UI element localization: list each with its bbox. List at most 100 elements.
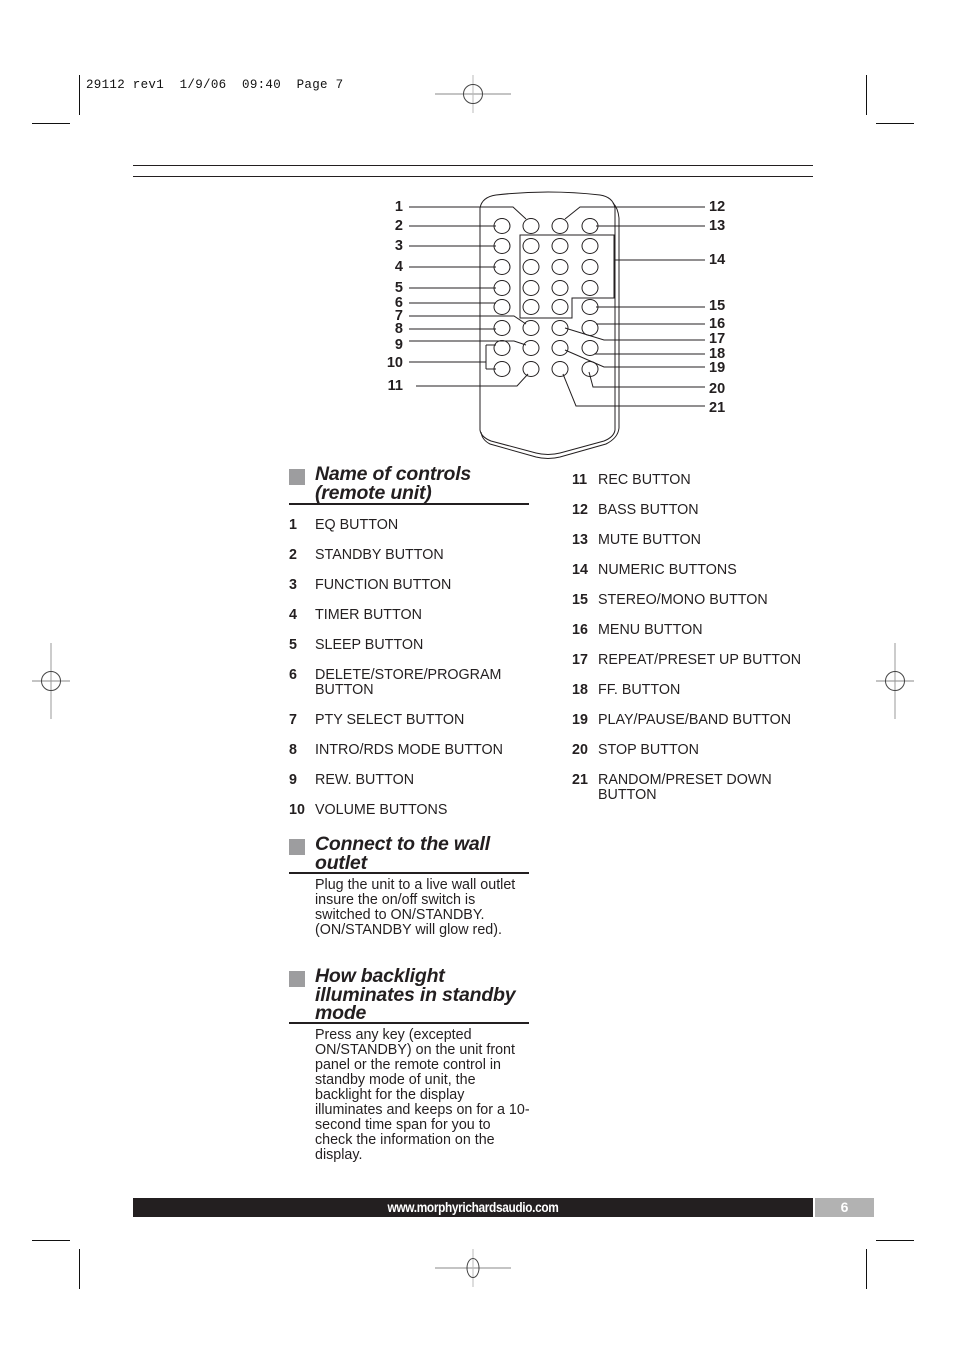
callout-number: 3 — [394, 238, 403, 254]
control-label: VOLUME BUTTONS — [315, 802, 448, 818]
remote-button — [581, 238, 599, 254]
control-number: 5 — [289, 637, 297, 653]
control-label: RANDOM/PRESET DOWN BUTTON — [598, 772, 772, 803]
remote-button — [522, 299, 540, 315]
leader-1 — [409, 206, 527, 220]
control-number: 6 — [289, 667, 297, 683]
footer-bar: www.morphyrichardsaudio.com — [133, 1198, 813, 1217]
remote-button — [581, 280, 599, 296]
control-label: EQ BUTTON — [315, 517, 399, 533]
remote-button — [551, 238, 569, 254]
callout-number: 12 — [709, 199, 726, 215]
control-number: 15 — [572, 592, 588, 608]
section-marker — [289, 839, 305, 855]
remote-button — [551, 340, 569, 356]
control-number: 12 — [572, 502, 588, 518]
leader-10 — [409, 344, 496, 370]
remote-button — [551, 280, 569, 296]
section-underline — [289, 503, 529, 505]
page-number: 6 — [840, 1199, 849, 1215]
control-label: DELETE/STORE/PROGRAM BUTTON — [315, 667, 502, 698]
control-label: BASS BUTTON — [598, 502, 699, 518]
section-underline — [289, 872, 529, 874]
control-label: REC BUTTON — [598, 472, 691, 488]
control-label: MUTE BUTTON — [598, 532, 701, 548]
section-heading-wall-outlet: Connect to the wall outlet — [289, 834, 529, 875]
section-marker — [289, 469, 305, 485]
remote-button — [522, 361, 540, 377]
callout-number: 9 — [394, 337, 403, 353]
remote-button — [581, 259, 599, 275]
control-label: STOP BUTTON — [598, 742, 699, 758]
section-marker — [289, 971, 305, 987]
remote-button — [522, 340, 540, 356]
control-label: PTY SELECT BUTTON — [315, 712, 465, 728]
remote-button — [551, 218, 569, 234]
remote-button — [522, 238, 540, 254]
remote-button — [551, 299, 569, 315]
control-number: 11 — [572, 472, 588, 488]
remote-button — [493, 218, 511, 234]
control-number: 10 — [289, 802, 305, 818]
callout-number: 10 — [386, 355, 403, 371]
control-label: PLAY/PAUSE/BAND BUTTON — [598, 712, 792, 728]
remote-button — [522, 259, 540, 275]
remote-button — [551, 259, 569, 275]
callout-number: 13 — [709, 218, 726, 234]
control-number: 2 — [289, 547, 297, 563]
callout-number: 15 — [709, 298, 726, 314]
callout-number: 20 — [709, 381, 726, 397]
control-label: STEREO/MONO BUTTON — [598, 592, 768, 608]
section-heading-controls: Name of controls (remote unit) — [289, 464, 529, 505]
callout-number: 4 — [394, 259, 403, 275]
remote-button — [581, 299, 599, 315]
callout-number: 8 — [394, 321, 403, 337]
callout-number: 5 — [394, 280, 403, 296]
control-number: 16 — [572, 622, 588, 638]
control-number: 13 — [572, 532, 588, 548]
remote-button — [581, 218, 599, 234]
leader-12 — [564, 206, 705, 220]
callout-number: 19 — [709, 360, 726, 376]
control-number: 8 — [289, 742, 297, 758]
control-number: 7 — [289, 712, 297, 728]
control-number: 19 — [572, 712, 588, 728]
callout-number: 17 — [709, 331, 726, 347]
control-label: NUMERIC BUTTONS — [598, 562, 737, 578]
control-number: 17 — [572, 652, 588, 668]
wall-outlet-text: Plug the unit to a live wall outlet insu… — [315, 877, 516, 938]
control-number: 9 — [289, 772, 297, 788]
control-label: FUNCTION BUTTON — [315, 577, 452, 593]
control-label: REPEAT/PRESET UP BUTTON — [598, 652, 802, 668]
callout-number: 1 — [394, 199, 403, 215]
section-heading-backlight: How backlight illuminates in standby mod… — [289, 966, 529, 1025]
control-number: 21 — [572, 772, 588, 788]
section-title: How backlight illuminates in standby mod… — [315, 965, 516, 1024]
remote-button — [493, 299, 511, 315]
remote-button — [493, 238, 511, 254]
leader-21 — [562, 373, 705, 407]
control-number: 4 — [289, 607, 297, 623]
control-number: 20 — [572, 742, 588, 758]
leader-20 — [588, 371, 705, 388]
remote-button — [581, 340, 599, 356]
control-label: SLEEP BUTTON — [315, 637, 424, 653]
page-number-box: 6 — [815, 1198, 874, 1217]
section-underline — [289, 1022, 529, 1024]
control-label: TIMER BUTTON — [315, 607, 422, 623]
remote-button — [522, 218, 540, 234]
website-link[interactable]: www.morphyrichardsaudio.com — [174, 1200, 772, 1215]
remote-button — [581, 320, 599, 336]
callout-number: 14 — [709, 252, 726, 268]
control-number: 18 — [572, 682, 588, 698]
backlight-text: Press any key (excepted ON/STANDBY) on t… — [315, 1027, 530, 1163]
section-title: Name of controls (remote unit) — [315, 463, 472, 504]
callout-number: 11 — [387, 378, 403, 394]
section-title: Connect to the wall outlet — [315, 833, 490, 874]
callout-number: 18 — [709, 346, 726, 362]
control-label: INTRO/RDS MODE BUTTON — [315, 742, 503, 758]
control-number: 3 — [289, 577, 297, 593]
remote-button — [493, 259, 511, 275]
remote-button — [493, 280, 511, 296]
remote-button — [493, 340, 511, 356]
